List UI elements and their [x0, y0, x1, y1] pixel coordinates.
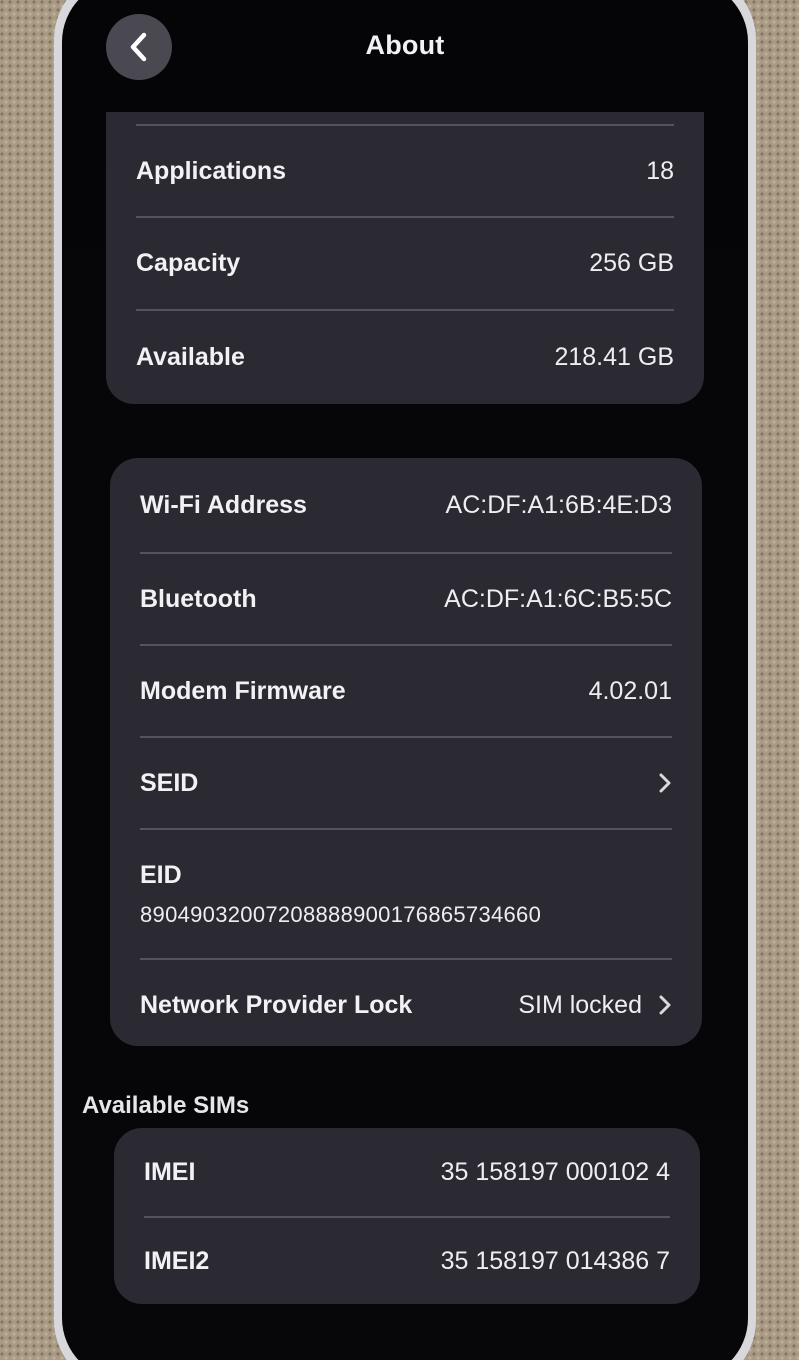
imei-row: IMEI 35 158197 000102 4: [114, 1128, 700, 1216]
seid-row[interactable]: SEID: [110, 738, 702, 828]
imei2-value: 35 158197 014386 7: [440, 1246, 670, 1275]
eid-row: EID 89049032007208888900176865734660: [110, 830, 702, 958]
bluetooth-row: Bluetooth AC:DF:A1:6C:B5:5C: [110, 554, 702, 644]
modem-firmware-value: 4.02.01: [588, 676, 672, 705]
chevron-right-icon: [658, 994, 672, 1016]
imei-label: IMEI: [144, 1157, 196, 1186]
available-row: Available 218.41 GB: [106, 311, 704, 403]
wifi-address-value: AC:DF:A1:6B:4E:D3: [445, 490, 672, 519]
available-sims-header: Available SIMs: [82, 1092, 250, 1119]
chevron-right-icon: [658, 772, 672, 794]
network-provider-lock-row[interactable]: Network Provider Lock SIM locked: [110, 960, 702, 1046]
storage-group: Applications 18 Capacity 256 GB Availabl…: [106, 112, 704, 404]
capacity-label: Capacity: [136, 249, 241, 277]
bluetooth-label: Bluetooth: [140, 584, 257, 613]
network-provider-lock-value: SIM locked: [518, 990, 642, 1019]
modem-firmware-label: Modem Firmware: [140, 676, 346, 705]
imei2-label: IMEI2: [144, 1246, 210, 1275]
imei-value: 35 158197 000102 4: [440, 1157, 670, 1186]
navigation-bar: About: [62, 0, 748, 100]
applications-label: Applications: [136, 156, 287, 185]
sims-group: IMEI 35 158197 000102 4 IMEI2 35 158197 …: [114, 1128, 700, 1304]
wifi-address-row: Wi-Fi Address AC:DF:A1:6B:4E:D3: [110, 458, 702, 552]
applications-row: Applications 18: [106, 126, 704, 216]
available-label: Available: [136, 342, 245, 371]
bluetooth-value: AC:DF:A1:6C:B5:5C: [444, 584, 672, 613]
capacity-value: 256 GB: [589, 249, 674, 277]
seid-label: SEID: [140, 768, 199, 797]
eid-value: 89049032007208888900176865734660: [140, 901, 542, 927]
wifi-address-label: Wi-Fi Address: [140, 490, 307, 519]
network-info-group: Wi-Fi Address AC:DF:A1:6B:4E:D3 Bluetoot…: [110, 458, 702, 1046]
network-provider-lock-label: Network Provider Lock: [140, 990, 413, 1019]
applications-value: 18: [646, 156, 674, 185]
modem-firmware-row: Modem Firmware 4.02.01: [110, 646, 702, 736]
page-title: About: [365, 30, 445, 60]
imei2-row: IMEI2 35 158197 014386 7: [114, 1218, 700, 1304]
eid-label: EID: [140, 860, 182, 889]
capacity-row: Capacity 256 GB: [106, 218, 704, 309]
available-value: 218.41 GB: [554, 342, 674, 371]
